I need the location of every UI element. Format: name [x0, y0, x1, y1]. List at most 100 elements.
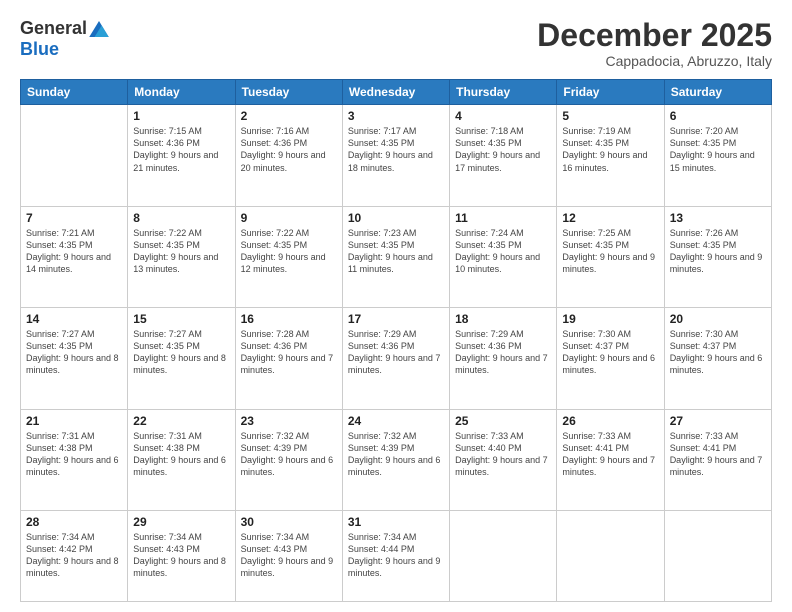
- calendar-cell: 1 Sunrise: 7:15 AM Sunset: 4:36 PM Daylig…: [128, 105, 235, 206]
- cell-day-number: 1: [133, 109, 229, 123]
- cell-day-number: 18: [455, 312, 551, 326]
- cell-info: Sunrise: 7:27 AM Sunset: 4:35 PM Dayligh…: [133, 328, 229, 377]
- calendar-cell: 19 Sunrise: 7:30 AM Sunset: 4:37 PM Dayli…: [557, 308, 664, 409]
- cell-info: Sunrise: 7:34 AM Sunset: 4:44 PM Dayligh…: [348, 531, 444, 580]
- cell-info: Sunrise: 7:30 AM Sunset: 4:37 PM Dayligh…: [562, 328, 658, 377]
- calendar-cell: 9 Sunrise: 7:22 AM Sunset: 4:35 PM Daylig…: [235, 206, 342, 307]
- cell-day-number: 9: [241, 211, 337, 225]
- calendar-cell: 21 Sunrise: 7:31 AM Sunset: 4:38 PM Dayli…: [21, 409, 128, 510]
- cell-day-number: 24: [348, 414, 444, 428]
- cell-day-number: 14: [26, 312, 122, 326]
- cell-info: Sunrise: 7:15 AM Sunset: 4:36 PM Dayligh…: [133, 125, 229, 174]
- cell-day-number: 15: [133, 312, 229, 326]
- day-header-wednesday: Wednesday: [342, 80, 449, 105]
- day-header-monday: Monday: [128, 80, 235, 105]
- cell-day-number: 13: [670, 211, 766, 225]
- cell-day-number: 23: [241, 414, 337, 428]
- calendar-cell: 6Sunrise: 7:20 AM Sunset: 4:35 PM Daylig…: [664, 105, 771, 206]
- calendar-cell: 5Sunrise: 7:19 AM Sunset: 4:35 PM Daylig…: [557, 105, 664, 206]
- cell-info: Sunrise: 7:34 AM Sunset: 4:42 PM Dayligh…: [26, 531, 122, 580]
- month-title: December 2025: [537, 18, 772, 53]
- calendar-cell: 14 Sunrise: 7:27 AM Sunset: 4:35 PM Dayli…: [21, 308, 128, 409]
- cell-day-number: 31: [348, 515, 444, 529]
- cell-day-number: 26: [562, 414, 658, 428]
- day-header-thursday: Thursday: [450, 80, 557, 105]
- cell-info: Sunrise: 7:22 AM Sunset: 4:35 PM Dayligh…: [241, 227, 337, 276]
- calendar-cell: 23 Sunrise: 7:32 AM Sunset: 4:39 PM Dayli…: [235, 409, 342, 510]
- calendar-week-row: 14 Sunrise: 7:27 AM Sunset: 4:35 PM Dayli…: [21, 308, 772, 409]
- day-header-sunday: Sunday: [21, 80, 128, 105]
- cell-info: Sunrise: 7:25 AM Sunset: 4:35 PM Dayligh…: [562, 227, 658, 276]
- cell-info: Sunrise: 7:23 AM Sunset: 4:35 PM Dayligh…: [348, 227, 444, 276]
- cell-info: Sunrise: 7:21 AM Sunset: 4:35 PM Dayligh…: [26, 227, 122, 276]
- calendar-cell: [557, 510, 664, 601]
- calendar-cell: 12 Sunrise: 7:25 AM Sunset: 4:35 PM Dayli…: [557, 206, 664, 307]
- calendar-cell: [450, 510, 557, 601]
- cell-info: Sunrise: 7:22 AM Sunset: 4:35 PM Dayligh…: [133, 227, 229, 276]
- location: Cappadocia, Abruzzo, Italy: [537, 53, 772, 69]
- cell-day-number: 3: [348, 109, 444, 123]
- cell-info: Sunrise: 7:34 AM Sunset: 4:43 PM Dayligh…: [133, 531, 229, 580]
- day-header-friday: Friday: [557, 80, 664, 105]
- calendar-cell: 27 Sunrise: 7:33 AM Sunset: 4:41 PM Dayli…: [664, 409, 771, 510]
- calendar-cell: 7Sunrise: 7:21 AM Sunset: 4:35 PM Daylig…: [21, 206, 128, 307]
- cell-info: Sunrise: 7:24 AM Sunset: 4:35 PM Dayligh…: [455, 227, 551, 276]
- cell-info: Sunrise: 7:16 AM Sunset: 4:36 PM Dayligh…: [241, 125, 337, 174]
- calendar-week-row: 28Sunrise: 7:34 AM Sunset: 4:42 PM Dayli…: [21, 510, 772, 601]
- cell-day-number: 11: [455, 211, 551, 225]
- cell-day-number: 21: [26, 414, 122, 428]
- cell-info: Sunrise: 7:31 AM Sunset: 4:38 PM Dayligh…: [26, 430, 122, 479]
- cell-day-number: 2: [241, 109, 337, 123]
- cell-day-number: 16: [241, 312, 337, 326]
- calendar-cell: 11 Sunrise: 7:24 AM Sunset: 4:35 PM Dayli…: [450, 206, 557, 307]
- cell-info: Sunrise: 7:27 AM Sunset: 4:35 PM Dayligh…: [26, 328, 122, 377]
- calendar-cell: [21, 105, 128, 206]
- calendar-cell: 15 Sunrise: 7:27 AM Sunset: 4:35 PM Dayli…: [128, 308, 235, 409]
- logo-blue-text: Blue: [20, 39, 59, 59]
- calendar-cell: 30 Sunrise: 7:34 AM Sunset: 4:43 PM Dayli…: [235, 510, 342, 601]
- calendar-cell: 17 Sunrise: 7:29 AM Sunset: 4:36 PM Dayli…: [342, 308, 449, 409]
- cell-day-number: 29: [133, 515, 229, 529]
- page: General Blue December 2025 Cappadocia, A…: [0, 0, 792, 612]
- cell-day-number: 27: [670, 414, 766, 428]
- calendar-cell: 31 Sunrise: 7:34 AM Sunset: 4:44 PM Dayli…: [342, 510, 449, 601]
- cell-info: Sunrise: 7:33 AM Sunset: 4:41 PM Dayligh…: [670, 430, 766, 479]
- cell-day-number: 25: [455, 414, 551, 428]
- cell-day-number: 8: [133, 211, 229, 225]
- cell-info: Sunrise: 7:28 AM Sunset: 4:36 PM Dayligh…: [241, 328, 337, 377]
- calendar-cell: 16 Sunrise: 7:28 AM Sunset: 4:36 PM Dayli…: [235, 308, 342, 409]
- calendar-cell: 25Sunrise: 7:33 AM Sunset: 4:40 PM Dayli…: [450, 409, 557, 510]
- calendar-cell: 20Sunrise: 7:30 AM Sunset: 4:37 PM Dayli…: [664, 308, 771, 409]
- cell-day-number: 22: [133, 414, 229, 428]
- cell-day-number: 30: [241, 515, 337, 529]
- cell-day-number: 17: [348, 312, 444, 326]
- cell-day-number: 19: [562, 312, 658, 326]
- cell-info: Sunrise: 7:30 AM Sunset: 4:37 PM Dayligh…: [670, 328, 766, 377]
- cell-info: Sunrise: 7:29 AM Sunset: 4:36 PM Dayligh…: [348, 328, 444, 377]
- calendar-cell: 22 Sunrise: 7:31 AM Sunset: 4:38 PM Dayli…: [128, 409, 235, 510]
- day-header-tuesday: Tuesday: [235, 80, 342, 105]
- calendar-cell: 3Sunrise: 7:17 AM Sunset: 4:35 PM Daylig…: [342, 105, 449, 206]
- cell-info: Sunrise: 7:31 AM Sunset: 4:38 PM Dayligh…: [133, 430, 229, 479]
- cell-info: Sunrise: 7:20 AM Sunset: 4:35 PM Dayligh…: [670, 125, 766, 174]
- logo-icon: [89, 21, 109, 37]
- calendar-cell: 13Sunrise: 7:26 AM Sunset: 4:35 PM Dayli…: [664, 206, 771, 307]
- cell-info: Sunrise: 7:32 AM Sunset: 4:39 PM Dayligh…: [241, 430, 337, 479]
- calendar-cell: 28Sunrise: 7:34 AM Sunset: 4:42 PM Dayli…: [21, 510, 128, 601]
- calendar-cell: 18Sunrise: 7:29 AM Sunset: 4:36 PM Dayli…: [450, 308, 557, 409]
- cell-day-number: 12: [562, 211, 658, 225]
- calendar-week-row: 1 Sunrise: 7:15 AM Sunset: 4:36 PM Daylig…: [21, 105, 772, 206]
- day-header-saturday: Saturday: [664, 80, 771, 105]
- cell-info: Sunrise: 7:19 AM Sunset: 4:35 PM Dayligh…: [562, 125, 658, 174]
- calendar-cell: 29 Sunrise: 7:34 AM Sunset: 4:43 PM Dayli…: [128, 510, 235, 601]
- cell-day-number: 4: [455, 109, 551, 123]
- calendar-cell: 2 Sunrise: 7:16 AM Sunset: 4:36 PM Daylig…: [235, 105, 342, 206]
- cell-info: Sunrise: 7:34 AM Sunset: 4:43 PM Dayligh…: [241, 531, 337, 580]
- calendar-table: SundayMondayTuesdayWednesdayThursdayFrid…: [20, 79, 772, 602]
- calendar-week-row: 21 Sunrise: 7:31 AM Sunset: 4:38 PM Dayli…: [21, 409, 772, 510]
- header: General Blue December 2025 Cappadocia, A…: [20, 18, 772, 69]
- calendar-cell: 4Sunrise: 7:18 AM Sunset: 4:35 PM Daylig…: [450, 105, 557, 206]
- cell-day-number: 10: [348, 211, 444, 225]
- calendar-cell: [664, 510, 771, 601]
- calendar-week-row: 7Sunrise: 7:21 AM Sunset: 4:35 PM Daylig…: [21, 206, 772, 307]
